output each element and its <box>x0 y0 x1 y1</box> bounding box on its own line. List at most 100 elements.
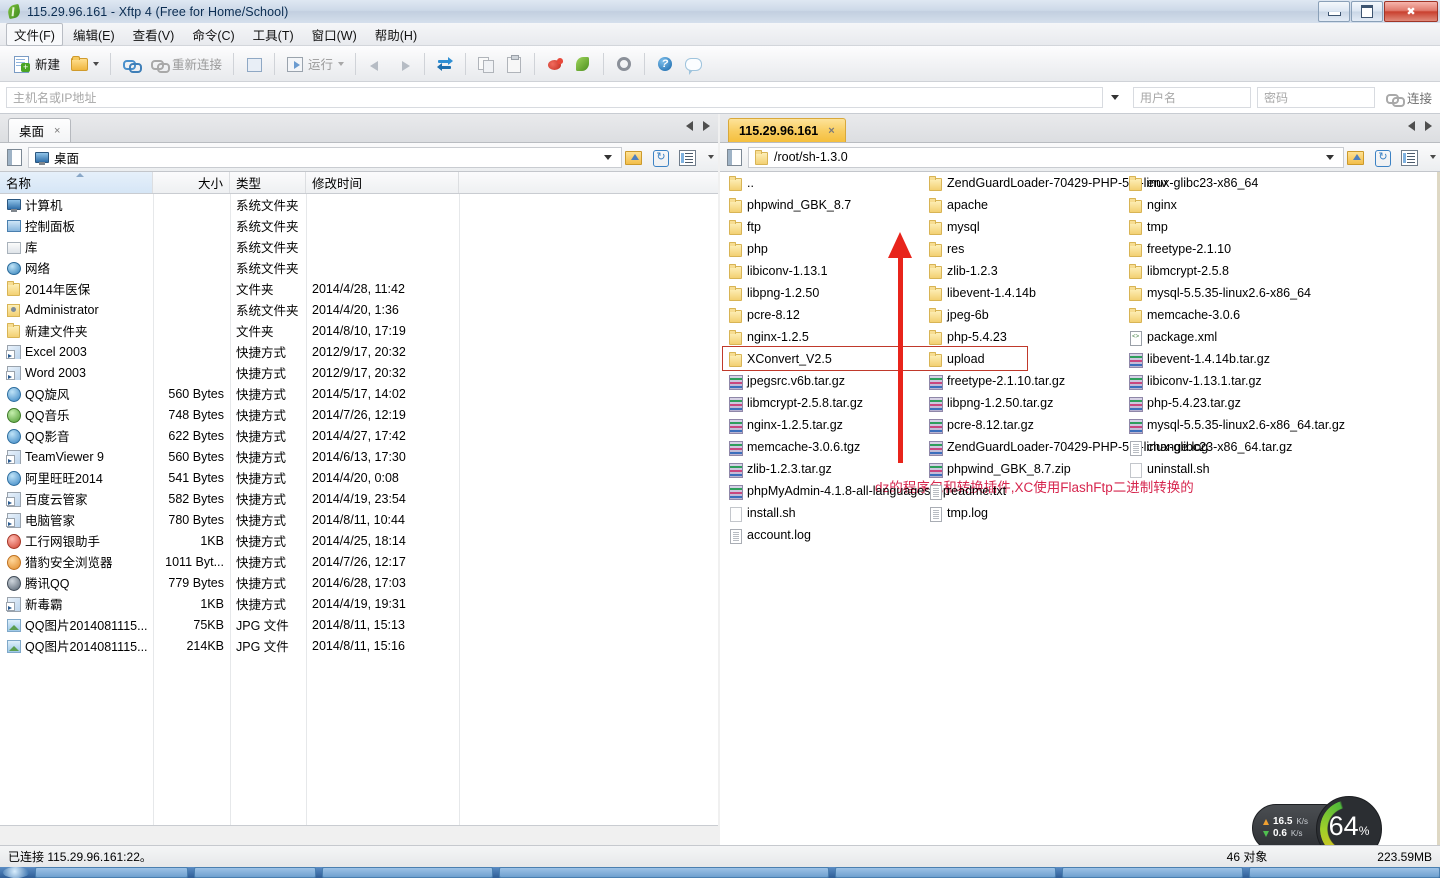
local-path-chevron-down-icon[interactable] <box>604 154 612 160</box>
taskbar-item[interactable] <box>194 867 316 878</box>
list-item[interactable]: tmp <box>1128 216 1168 238</box>
table-row[interactable]: QQ图片2014081115... 214KB JPG 文件 2014/8/11, 1… <box>0 635 718 656</box>
host-history-chevron-down-icon[interactable] <box>1110 95 1119 100</box>
list-item[interactable]: zlib-1.2.3 <box>928 260 998 282</box>
list-item[interactable]: nginx-1.2.5.tar.gz <box>728 414 843 436</box>
list-item[interactable]: phpwind_GBK_8.7 <box>728 194 851 216</box>
list-item[interactable]: freetype-2.1.10.tar.gz <box>928 370 1065 392</box>
list-item[interactable]: libpng-1.2.50 <box>728 282 819 304</box>
table-row[interactable]: QQ旋风 560 Bytes 快捷方式 2014/5/17, 14:02 <box>0 383 718 404</box>
table-row[interactable]: 2014年医保 文件夹 2014/4/28, 11:42 <box>0 278 718 299</box>
remote-tab-scroll-right-icon[interactable] <box>1425 121 1432 131</box>
transfer-queue-button[interactable] <box>240 51 268 77</box>
close-button[interactable]: ✖ <box>1384 1 1438 22</box>
local-path-input[interactable]: 桌面 <box>28 146 622 168</box>
taskbar-item[interactable] <box>834 867 1056 878</box>
tab-scroll-left-icon[interactable] <box>686 121 693 131</box>
list-item[interactable]: tmp.log <box>928 502 988 524</box>
local-view-chevron-down-icon[interactable] <box>708 155 714 159</box>
list-item[interactable]: package.xml <box>1128 326 1217 348</box>
list-item[interactable]: ZendGuardLoader-70429-PHP-5.4-linux-glib… <box>928 172 1258 194</box>
table-row[interactable]: 猎豹安全浏览器 1011 Byt... 快捷方式 2014/7/26, 12:17 <box>0 551 718 572</box>
remote-view-chevron-down-icon[interactable] <box>1430 155 1436 159</box>
local-folder-tree-toggle[interactable] <box>4 147 24 167</box>
remote-tab-scroll-left-icon[interactable] <box>1408 121 1415 131</box>
list-item[interactable]: libpng-1.2.50.tar.gz <box>928 392 1053 414</box>
remote-up-button[interactable] <box>1344 146 1367 169</box>
list-item[interactable]: mysql <box>928 216 980 238</box>
list-item[interactable]: zlib-1.2.3.tar.gz <box>728 458 832 480</box>
list-item[interactable]: php-5.4.23.tar.gz <box>1128 392 1241 414</box>
table-row[interactable]: 新毒霸 1KB 快捷方式 2014/4/19, 19:31 <box>0 593 718 614</box>
list-item[interactable]: install.sh <box>728 502 796 524</box>
list-item[interactable]: nginx-1.2.5 <box>728 326 809 348</box>
table-row[interactable]: Excel 2003 快捷方式 2012/9/17, 20:32 <box>0 341 718 362</box>
list-item[interactable]: ZendGuardLoader-70429-PHP-5.4-linux-glib… <box>928 436 1292 458</box>
list-item[interactable]: env <box>1128 172 1167 194</box>
menu-help[interactable]: 帮助(H) <box>367 23 425 46</box>
column-header-mtime[interactable]: 修改时间 <box>306 172 459 193</box>
back-button[interactable] <box>362 51 390 77</box>
feedback-button[interactable] <box>679 51 707 77</box>
remote-path-chevron-down-icon[interactable] <box>1326 154 1334 160</box>
table-row[interactable]: QQ音乐 748 Bytes 快捷方式 2014/7/26, 12:19 <box>0 404 718 425</box>
taskbar-item[interactable] <box>321 867 493 878</box>
table-row[interactable]: 计算机 系统文件夹 <box>0 194 718 215</box>
list-item[interactable]: php <box>728 238 768 260</box>
table-row[interactable]: TeamViewer 9 560 Bytes 快捷方式 2014/6/13, 17:3… <box>0 446 718 467</box>
table-row[interactable]: QQ图片2014081115... 75KB JPG 文件 2014/8/11, 15… <box>0 614 718 635</box>
column-header-name[interactable]: 名称 <box>0 172 153 193</box>
column-header-type[interactable]: 类型 <box>230 172 306 193</box>
list-item[interactable]: mysql-5.5.35-linux2.6-x86_64 <box>1128 282 1311 304</box>
xshell-button[interactable] <box>541 51 569 77</box>
run-chevron-down-icon[interactable] <box>338 61 345 66</box>
list-item[interactable]: uninstall.sh <box>1128 458 1210 480</box>
list-item[interactable]: php-5.4.23 <box>928 326 1007 348</box>
paste-button[interactable] <box>500 51 528 77</box>
list-item[interactable]: libevent-1.4.14b.tar.gz <box>1128 348 1270 370</box>
connect-button[interactable] <box>117 51 145 77</box>
list-item[interactable]: mysql-5.5.35-linux2.6-x86_64.tar.gz <box>1128 414 1345 436</box>
list-item[interactable]: XConvert_V2.5 <box>728 348 832 370</box>
list-item[interactable]: apache <box>928 194 988 216</box>
list-item[interactable]: .. <box>728 172 754 194</box>
list-item[interactable]: jpegsrc.v6b.tar.gz <box>728 370 845 392</box>
list-item[interactable]: pcre-8.12.tar.gz <box>928 414 1034 436</box>
list-item[interactable]: phpMyAdmin-4.1.8-all-languages.zip <box>728 480 950 502</box>
table-row[interactable]: QQ影音 622 Bytes 快捷方式 2014/4/27, 17:42 <box>0 425 718 446</box>
tab-remote-close-icon[interactable]: × <box>828 125 834 137</box>
list-item[interactable]: libmcrypt-2.5.8.tar.gz <box>728 392 863 414</box>
list-item[interactable]: memcache-3.0.6 <box>1128 304 1240 326</box>
table-row[interactable]: 腾讯QQ 779 Bytes 快捷方式 2014/6/28, 17:03 <box>0 572 718 593</box>
list-item[interactable]: memcache-3.0.6.tgz <box>728 436 860 458</box>
taskbar-item[interactable] <box>1061 867 1243 878</box>
list-item[interactable]: nginx <box>1128 194 1177 216</box>
minimize-button[interactable] <box>1318 1 1350 22</box>
list-item[interactable]: freetype-2.1.10 <box>1128 238 1231 260</box>
menu-window[interactable]: 窗口(W) <box>304 23 365 46</box>
forward-button[interactable] <box>390 51 418 77</box>
menu-file[interactable]: 文件(F) <box>6 22 63 46</box>
table-row[interactable]: Word 2003 快捷方式 2012/9/17, 20:32 <box>0 362 718 383</box>
reconnect-button[interactable]: 重新连接 <box>145 51 227 77</box>
list-item[interactable]: libevent-1.4.14b <box>928 282 1036 304</box>
chevron-down-icon[interactable] <box>93 61 100 66</box>
menu-command[interactable]: 命令(C) <box>184 23 242 46</box>
menu-edit[interactable]: 编辑(E) <box>65 23 123 46</box>
taskbar-item[interactable] <box>34 867 189 878</box>
list-item[interactable]: ftp <box>728 216 761 238</box>
list-item[interactable]: phpwind_GBK_8.7.zip <box>928 458 1071 480</box>
list-item[interactable]: account.log <box>728 524 811 546</box>
table-row[interactable]: Administrator 系统文件夹 2014/4/20, 1:36 <box>0 299 718 320</box>
start-orb-icon[interactable] <box>3 867 29 878</box>
remote-view-button[interactable] <box>1398 146 1421 169</box>
host-input[interactable]: 主机名或IP地址 <box>6 87 1103 108</box>
new-session-button[interactable]: + 新建 <box>8 51 65 77</box>
local-up-button[interactable] <box>622 146 645 169</box>
list-item[interactable]: change.log <box>1128 436 1208 458</box>
tab-scroll-right-icon[interactable] <box>703 121 710 131</box>
tab-desktop[interactable]: 桌面 × <box>8 118 72 142</box>
list-item[interactable]: jpeg-6b <box>928 304 989 326</box>
open-folder-button[interactable] <box>65 51 104 77</box>
menu-tools[interactable]: 工具(T) <box>245 23 302 46</box>
